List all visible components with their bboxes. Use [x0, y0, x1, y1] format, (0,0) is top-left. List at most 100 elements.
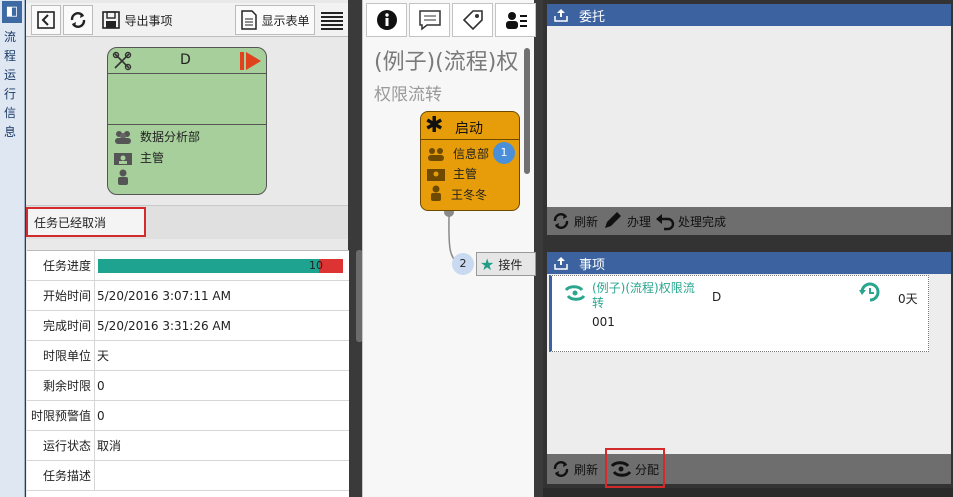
start-dept-row: 信息部 [427, 145, 489, 162]
tab-tags[interactable] [452, 3, 493, 37]
refresh-icon [553, 461, 569, 477]
detail-label: 运行状态 [27, 431, 95, 461]
flow-panel: (例子)(流程)权 权限流转 ✱ 启动 信息部 1 主管 王冬冬 2 ★ 接件 [362, 0, 536, 497]
delegate-body [547, 26, 951, 207]
flow-subtitle: 权限流转 [374, 85, 442, 105]
node-divider [108, 124, 266, 125]
right-panel: 委托 刷新 办理 处理完成 事项 (例子)(流程)权限流转 001 D 0天 刷… [543, 0, 953, 497]
items-refresh-button[interactable]: 刷新 [551, 459, 598, 479]
upload-icon [554, 257, 568, 270]
detail-label: 任务进度 [27, 251, 95, 281]
detail-label: 时限单位 [27, 341, 95, 371]
show-form-label: 显示表单 [261, 13, 310, 28]
next-node-label: 接件 [498, 257, 523, 272]
collapse-icon[interactable]: ◧ [2, 1, 22, 23]
node-dept: 数据分析部 [140, 130, 201, 144]
asterisk-icon: ✱ [425, 113, 444, 138]
undo-icon [656, 214, 675, 231]
item-code: 001 [592, 315, 615, 329]
refresh-button[interactable] [63, 5, 93, 35]
next-node[interactable]: ★ 接件 [476, 252, 536, 276]
refresh-icon [553, 213, 569, 229]
group-icon [115, 130, 131, 144]
detail-row: 运行状态 取消 [27, 431, 349, 461]
detail-row: 时限单位天 [27, 341, 349, 371]
start-person: 王冬冬 [451, 187, 488, 202]
export-items-label: 导出事项 [124, 13, 173, 28]
end-flag-icon [240, 52, 261, 70]
side-strip: ◧ 流程运行信息 [0, 0, 25, 497]
progress-bar: 10 [98, 259, 343, 273]
save-icon [102, 11, 121, 29]
complete-button[interactable]: 处理完成 [655, 211, 726, 231]
complete-label: 处理完成 [678, 214, 727, 229]
detail-value: 取消 [97, 439, 122, 453]
item-node: D [712, 290, 722, 304]
toolbar: 导出事项 显示表单 [26, 3, 348, 37]
detail-row-progress: 任务进度 10 [27, 251, 349, 281]
detail-label: 任务描述 [27, 461, 95, 491]
progress-value: 10 [309, 259, 323, 272]
detail-value: 0 [97, 379, 105, 393]
pencil-icon [605, 212, 622, 228]
tab-info[interactable] [366, 3, 407, 37]
delegate-title: 委托 [579, 9, 606, 25]
start-person-row: 王冬冬 [429, 185, 487, 203]
items-title: 事项 [579, 257, 606, 273]
delegate-refresh-button[interactable]: 刷新 [551, 211, 598, 231]
next-step-badge: 2 [452, 253, 474, 275]
node-person-row [116, 169, 130, 187]
flow-scrollbar[interactable] [524, 48, 530, 174]
detail-label: 剩余时限 [27, 371, 95, 401]
user-list-icon [505, 12, 527, 29]
detail-label: 开始时间 [27, 281, 95, 311]
info-icon [376, 10, 397, 30]
badge-id-icon [114, 152, 132, 165]
detail-row: 开始时间 5/20/2016 3:07:11 AM [27, 281, 349, 311]
refresh-icon [70, 12, 86, 28]
tab-comments[interactable] [409, 3, 450, 37]
cycle-icon [859, 282, 880, 302]
detail-value: 5/20/2016 3:07:11 AM [97, 289, 231, 303]
detail-row: 完成时间 5/20/2016 3:31:26 AM [27, 311, 349, 341]
star-icon: ★ [480, 254, 495, 274]
exit-icon [37, 11, 55, 29]
back-button[interactable] [31, 5, 61, 35]
start-node[interactable]: ✱ 启动 信息部 1 主管 王冬冬 [420, 111, 520, 211]
node-letter: D [180, 52, 191, 68]
export-items-button[interactable]: 导出事项 [97, 5, 177, 35]
detail-row: 时限预警值 0 [27, 401, 349, 431]
tab-users[interactable] [495, 3, 536, 37]
detail-label: 时限预警值 [27, 401, 95, 431]
delegate-header: 委托 [547, 4, 951, 26]
assign-icon [564, 285, 586, 301]
node-role-row: 主管 [114, 149, 164, 166]
side-strip-label: 流程运行信息 [4, 30, 17, 139]
handle-button[interactable]: 办理 [602, 211, 651, 231]
person-icon [118, 169, 128, 185]
tag-icon [462, 10, 483, 31]
delegate-footer: 刷新 办理 处理完成 [547, 207, 951, 235]
list-menu-icon [320, 12, 343, 30]
start-role-row: 主管 [427, 165, 477, 182]
node-dept-row: 数据分析部 [114, 128, 200, 145]
detail-value: 0 [97, 409, 105, 423]
start-label: 启动 [455, 121, 483, 137]
progress-fill [98, 259, 319, 273]
menu-button[interactable] [317, 5, 346, 35]
activity-node[interactable]: D 数据分析部 主管 [107, 47, 267, 195]
detail-label: 完成时间 [27, 311, 95, 341]
show-form-button[interactable]: 显示表单 [235, 5, 315, 35]
delegate-refresh-label: 刷新 [574, 214, 599, 229]
handle-label: 办理 [627, 214, 652, 229]
document-icon [241, 10, 258, 30]
assign-highlight [605, 448, 665, 488]
group-icon [428, 147, 444, 161]
detail-row: 剩余时限 0 [27, 371, 349, 401]
node-header: D [108, 48, 266, 74]
detail-value: 天 [97, 349, 110, 363]
upload-icon [554, 9, 568, 22]
items-refresh-label: 刷新 [574, 462, 599, 477]
item-days: 0天 [898, 292, 918, 306]
list-item[interactable]: (例子)(流程)权限流转 001 D 0天 [549, 275, 929, 352]
